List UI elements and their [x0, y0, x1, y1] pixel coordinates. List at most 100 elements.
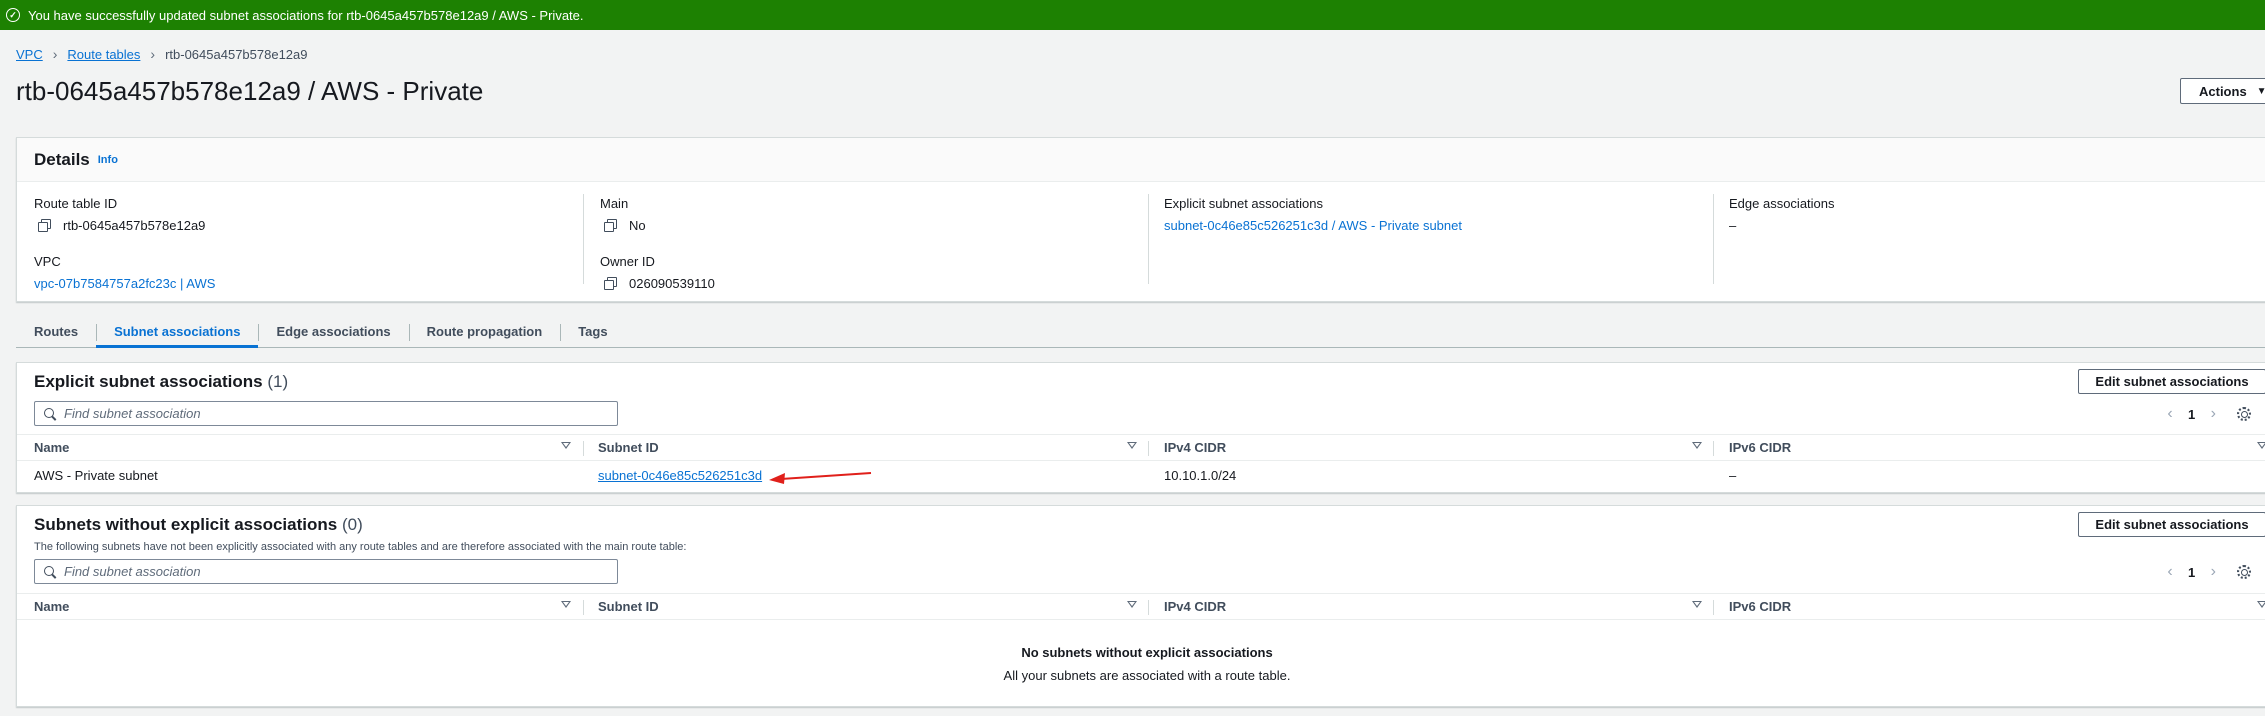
- column-divider: [583, 194, 584, 284]
- column-header-ipv4-cidr[interactable]: IPv4 CIDR: [1164, 599, 1226, 614]
- details-panel: Details Info Route table ID rtb-0645a457…: [16, 137, 2265, 302]
- pagination: ‹ 1 ›: [2162, 405, 2252, 423]
- tab-edge-associations[interactable]: Edge associations: [258, 316, 408, 347]
- subnets-without-associations-panel: Subnets without explicit associations (0…: [16, 505, 2265, 707]
- sort-icon[interactable]: [561, 601, 571, 608]
- annotation-arrow-line: [780, 472, 872, 480]
- section-title: Subnets without explicit associations (0…: [34, 515, 363, 535]
- column-resizer[interactable]: [583, 600, 584, 615]
- cell-subnet-id: subnet-0c46e85c526251c3d: [598, 468, 762, 483]
- cell-name: AWS - Private subnet: [34, 468, 158, 483]
- explicit-associations-value: subnet-0c46e85c526251c3d / AWS - Private…: [1164, 217, 1462, 233]
- details-title: Details: [34, 149, 90, 169]
- tab-subnet-associations[interactable]: Subnet associations: [96, 316, 259, 348]
- owner-id-value: 026090539110: [600, 275, 715, 291]
- column-resizer[interactable]: [1148, 600, 1149, 615]
- chevron-right-icon[interactable]: ›: [2205, 563, 2221, 581]
- copy-icon[interactable]: [38, 219, 51, 232]
- main-label: Main: [600, 196, 629, 211]
- subnet-id-link[interactable]: subnet-0c46e85c526251c3d: [598, 468, 762, 483]
- empty-state-title: No subnets without explicit associations: [1021, 645, 1273, 660]
- search-field[interactable]: [34, 401, 618, 426]
- sort-icon[interactable]: [2257, 601, 2265, 608]
- column-divider: [1148, 194, 1149, 284]
- column-resizer[interactable]: [1713, 441, 1714, 456]
- column-divider: [1713, 194, 1714, 284]
- chevron-right-icon: ›: [52, 46, 58, 62]
- column-header-ipv6-cidr[interactable]: IPv6 CIDR: [1729, 599, 1791, 614]
- gear-icon[interactable]: [2237, 407, 2252, 421]
- sort-icon[interactable]: [1692, 442, 1702, 449]
- column-header-ipv6-cidr[interactable]: IPv6 CIDR: [1729, 440, 1791, 455]
- actions-label: Actions: [2199, 83, 2247, 99]
- column-resizer[interactable]: [583, 441, 584, 456]
- page-title: rtb-0645a457b578e12a9 / AWS - Private: [16, 76, 484, 106]
- explicit-subnet-link[interactable]: subnet-0c46e85c526251c3d / AWS - Private…: [1164, 218, 1462, 233]
- vpc-value: vpc-07b7584757a2fc23c | AWS: [34, 275, 215, 291]
- tab-tags[interactable]: Tags: [560, 316, 625, 347]
- caret-down-icon: ▼: [2256, 85, 2265, 97]
- details-col-4: Edge associations –: [1729, 196, 1835, 233]
- section-title-text: Subnets without explicit associations: [34, 515, 338, 534]
- sort-icon[interactable]: [1127, 442, 1137, 449]
- section-description: The following subnets have not been expl…: [34, 541, 687, 553]
- owner-id-label: Owner ID: [600, 254, 655, 269]
- search-input[interactable]: [64, 564, 604, 579]
- flash-message: You have successfully updated subnet ass…: [28, 7, 584, 23]
- tab-route-propagation[interactable]: Route propagation: [408, 316, 561, 347]
- table-row: AWS - Private subnet subnet-0c46e85c5262…: [17, 462, 2265, 489]
- breadcrumb-vpc[interactable]: VPC: [16, 47, 43, 62]
- page-number[interactable]: 1: [2188, 565, 2195, 580]
- column-header-name[interactable]: Name: [34, 599, 69, 614]
- owner-id: 026090539110: [629, 275, 715, 291]
- column-resizer[interactable]: [1713, 600, 1714, 615]
- pagination: ‹ 1 ›: [2162, 563, 2252, 581]
- sort-icon[interactable]: [1692, 601, 1702, 608]
- edit-subnet-associations-button[interactable]: Edit subnet associations: [2078, 512, 2265, 537]
- section-title: Explicit subnet associations (1): [34, 372, 288, 392]
- info-link[interactable]: Info: [98, 154, 118, 166]
- actions-button[interactable]: Actions ▼: [2180, 78, 2265, 104]
- section-count: (1): [267, 372, 289, 391]
- vpc-link[interactable]: vpc-07b7584757a2fc23c | AWS: [34, 276, 215, 291]
- tab-routes[interactable]: Routes: [16, 316, 96, 347]
- explicit-associations-label: Explicit subnet associations: [1164, 196, 1323, 211]
- chevron-left-icon[interactable]: ‹: [2162, 563, 2178, 581]
- edge-associations: –: [1729, 217, 1737, 233]
- empty-state-text: All your subnets are associated with a r…: [1003, 668, 1291, 683]
- copy-icon[interactable]: [604, 219, 617, 232]
- section-count: (0): [341, 515, 363, 534]
- table-header: Name Subnet ID IPv4 CIDR IPv6 CIDR: [17, 593, 2265, 620]
- page-number[interactable]: 1: [2188, 407, 2195, 422]
- section-title-text: Explicit subnet associations: [34, 372, 263, 391]
- empty-state: No subnets without explicit associations…: [17, 645, 2265, 683]
- edge-associations-value: –: [1729, 217, 1835, 233]
- sort-icon[interactable]: [561, 442, 571, 449]
- chevron-left-icon[interactable]: ‹: [2162, 405, 2178, 423]
- column-resizer[interactable]: [1148, 441, 1149, 456]
- table-header: Name Subnet ID IPv4 CIDR IPv6 CIDR: [17, 434, 2265, 461]
- sort-icon[interactable]: [1127, 601, 1137, 608]
- column-header-name[interactable]: Name: [34, 440, 69, 455]
- edit-subnet-associations-button[interactable]: Edit subnet associations: [2078, 369, 2265, 394]
- gear-icon[interactable]: [2237, 565, 2252, 579]
- search-icon: [44, 565, 56, 578]
- column-header-ipv4-cidr[interactable]: IPv4 CIDR: [1164, 440, 1226, 455]
- cell-ipv4-cidr: 10.10.1.0/24: [1164, 468, 1237, 483]
- copy-icon[interactable]: [604, 277, 617, 290]
- chevron-right-icon[interactable]: ›: [2205, 405, 2221, 423]
- details-header: Details Info: [17, 138, 2265, 182]
- column-header-subnet-id[interactable]: Subnet ID: [598, 599, 659, 614]
- edge-associations-label: Edge associations: [1729, 196, 1835, 211]
- tab-list: Routes Subnet associations Edge associat…: [16, 316, 2265, 348]
- search-icon: [44, 407, 56, 420]
- route-table-id: rtb-0645a457b578e12a9: [63, 217, 206, 233]
- sort-icon[interactable]: [2257, 442, 2265, 449]
- details-col-1: Route table ID rtb-0645a457b578e12a9 VPC…: [34, 196, 215, 291]
- search-field[interactable]: [34, 559, 618, 584]
- search-input[interactable]: [64, 406, 604, 421]
- column-header-subnet-id[interactable]: Subnet ID: [598, 440, 659, 455]
- breadcrumb-route-tables[interactable]: Route tables: [67, 47, 140, 62]
- main-value: No: [600, 217, 715, 233]
- cell-ipv6-cidr: –: [1729, 468, 1737, 483]
